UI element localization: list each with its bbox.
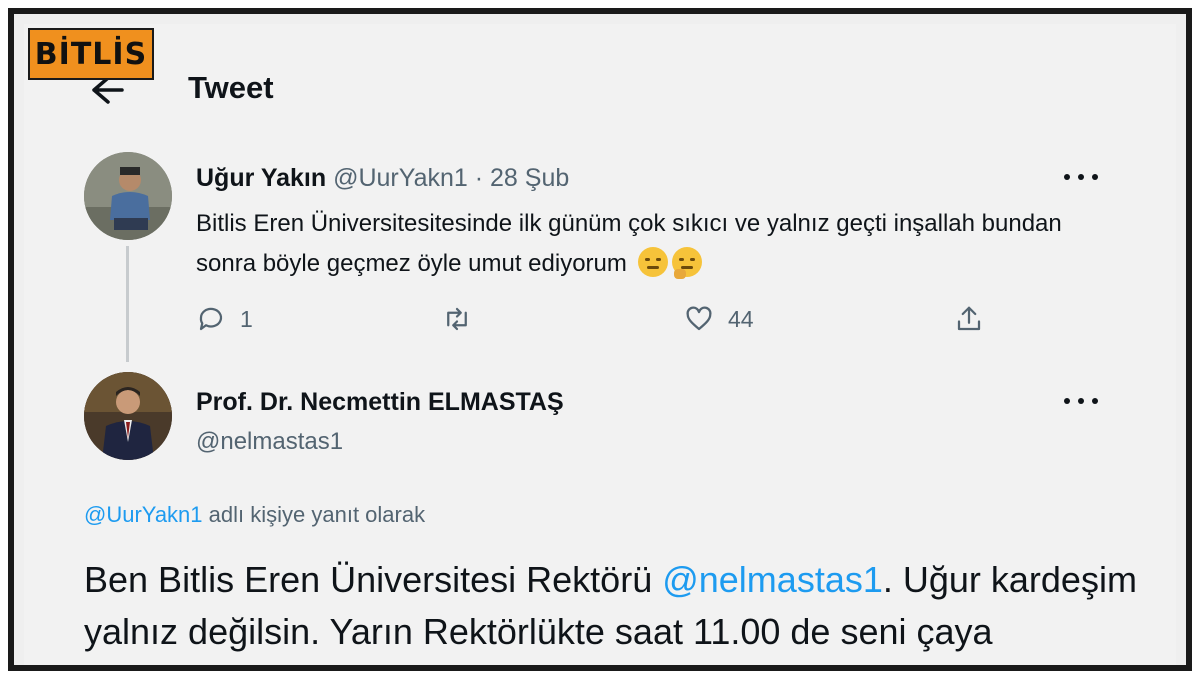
- tweet-body: Bitlis Eren Üniversitesitesinde ilk günü…: [196, 210, 1062, 277]
- separator-dot: ·: [474, 164, 484, 192]
- reply-count: 1: [240, 305, 253, 332]
- more-options-icon[interactable]: [1064, 398, 1098, 408]
- brand-logo: BİTLİS: [28, 28, 154, 80]
- author-handle[interactable]: @UurYakn1: [333, 164, 468, 192]
- reply-to-text: adlı kişiye yanıt olarak: [208, 502, 426, 527]
- page-title: Tweet: [188, 70, 274, 105]
- reply-mention-link[interactable]: @UurYakn1: [84, 502, 203, 527]
- tweet-date[interactable]: 28 Şub: [490, 164, 569, 192]
- share-button[interactable]: [954, 304, 984, 334]
- more-options-icon[interactable]: [1064, 174, 1098, 184]
- author-name[interactable]: Prof. Dr. Necmettin ELMASTAŞ: [196, 388, 564, 417]
- heart-icon: [686, 306, 712, 331]
- brand-label: BİTLİS: [34, 36, 148, 72]
- retweet-button[interactable]: [442, 304, 486, 334]
- user-photo: [84, 152, 172, 240]
- tweet-author-line: Uğur Yakın @UurYakn1 · 28 Şub: [196, 164, 569, 193]
- mention-link[interactable]: @nelmastas1: [662, 559, 883, 600]
- share-icon: [957, 306, 981, 331]
- tweet-text: Ben Bitlis Eren Üniversitesi Rektörü @ne…: [84, 554, 1164, 665]
- like-button[interactable]: 44: [684, 304, 754, 334]
- reply-button[interactable]: 1: [196, 304, 253, 334]
- avatar[interactable]: [84, 152, 172, 240]
- thinking-emoji-icon: [671, 247, 702, 279]
- tweet-page: Tweet Uğur Yakın @UurYakn1 · 28 Şub Bitl…: [24, 24, 1176, 665]
- author-name[interactable]: Uğur Yakın: [196, 164, 326, 192]
- avatar[interactable]: [84, 372, 172, 460]
- tweet-body-start: Ben Bitlis Eren Üniversitesi Rektörü: [84, 559, 663, 600]
- like-count: 44: [728, 305, 754, 332]
- tweet-text: Bitlis Eren Üniversitesitesinde ilk günü…: [196, 204, 1126, 284]
- user-photo: [84, 372, 172, 460]
- replying-to-line: @UurYakn1 adlı kişiye yanıt olarak: [84, 502, 425, 528]
- thread-line: [126, 246, 129, 362]
- reply-icon: [199, 307, 223, 331]
- smirk-emoji-icon: [637, 247, 668, 277]
- screenshot-frame: Tweet Uğur Yakın @UurYakn1 · 28 Şub Bitl…: [8, 8, 1192, 671]
- author-handle[interactable]: @nelmastas1: [196, 428, 343, 456]
- retweet-icon: [447, 307, 467, 331]
